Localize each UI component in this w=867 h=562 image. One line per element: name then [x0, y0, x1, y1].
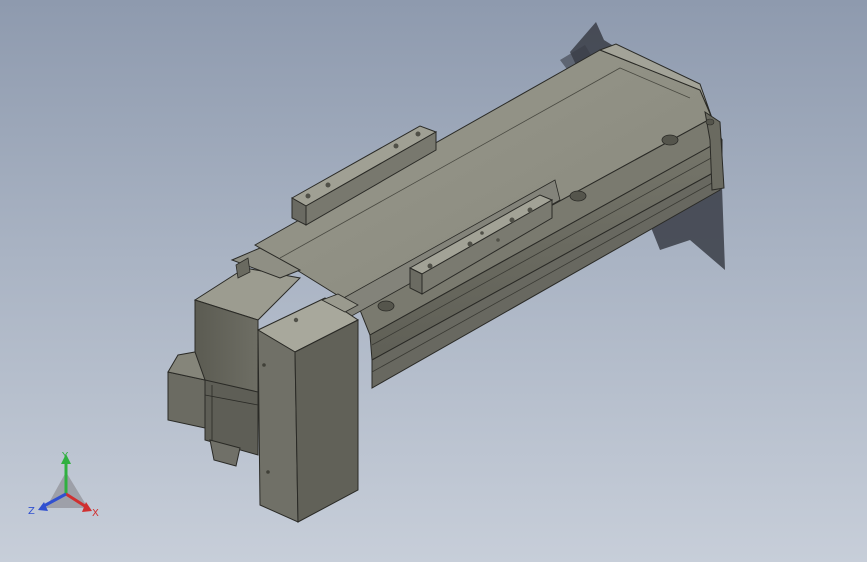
linear-actuator-model[interactable]	[0, 0, 867, 562]
side-cover[interactable]	[256, 293, 359, 523]
view-orientation-triad[interactable]: Y X Z	[26, 450, 106, 522]
z-axis-label: Z	[28, 506, 35, 517]
y-axis-label: Y	[61, 451, 69, 462]
graphics-viewport[interactable]: Y X Z	[0, 0, 867, 562]
x-axis-label: X	[92, 508, 99, 519]
